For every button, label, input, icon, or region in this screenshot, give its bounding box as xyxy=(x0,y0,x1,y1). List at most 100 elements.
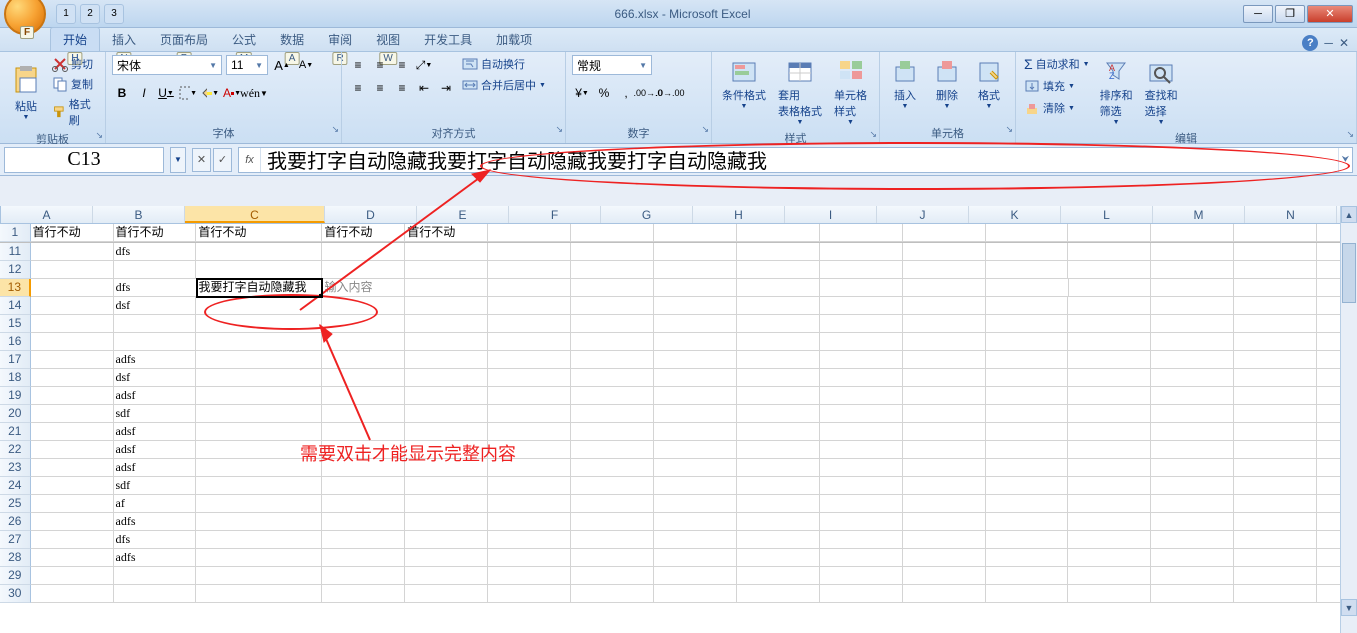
cell[interactable] xyxy=(196,297,322,315)
cell[interactable] xyxy=(986,513,1069,531)
cell[interactable] xyxy=(654,423,737,441)
cell[interactable] xyxy=(571,585,654,603)
percent-icon[interactable]: % xyxy=(594,83,614,103)
formula-expand-icon[interactable]: ⮟ xyxy=(1338,148,1352,172)
row-head-18[interactable]: 18 xyxy=(0,369,31,387)
cell[interactable] xyxy=(820,585,903,603)
row-head-20[interactable]: 20 xyxy=(0,405,31,423)
autosum-button[interactable]: Σ自动求和▼ xyxy=(1022,55,1092,73)
cell[interactable] xyxy=(1068,387,1151,405)
row-head-13[interactable]: 13 xyxy=(0,279,31,297)
cell[interactable] xyxy=(1234,405,1317,423)
cell[interactable] xyxy=(986,224,1069,242)
row-head-23[interactable]: 23 xyxy=(0,459,31,477)
cell[interactable] xyxy=(571,279,654,297)
font-name-combo[interactable]: 宋体▼ xyxy=(112,55,222,75)
align-top-icon[interactable]: ≡ xyxy=(348,55,368,75)
cell[interactable] xyxy=(31,243,114,261)
cell[interactable]: adfs xyxy=(114,513,197,531)
cell[interactable] xyxy=(654,243,737,261)
cell[interactable] xyxy=(654,279,737,297)
cell[interactable] xyxy=(571,405,654,423)
cell[interactable] xyxy=(1151,549,1234,567)
cell[interactable] xyxy=(1151,387,1234,405)
cell[interactable] xyxy=(31,279,114,297)
name-box[interactable]: C13 xyxy=(4,147,164,173)
cell[interactable] xyxy=(986,531,1069,549)
sort-filter-button[interactable]: AZ排序和 筛选▼ xyxy=(1096,55,1137,128)
cell[interactable] xyxy=(986,477,1069,495)
cell[interactable] xyxy=(31,405,114,423)
cell[interactable] xyxy=(322,459,405,477)
cell[interactable] xyxy=(322,477,405,495)
border-button[interactable]: ▼ xyxy=(178,83,198,103)
cell[interactable] xyxy=(405,369,488,387)
cell[interactable] xyxy=(31,567,114,585)
format-as-table-button[interactable]: 套用 表格格式▼ xyxy=(774,55,826,128)
scroll-thumb[interactable] xyxy=(1342,243,1356,303)
tab-addins[interactable]: 加载项 xyxy=(484,28,544,51)
cell[interactable] xyxy=(571,495,654,513)
font-size-combo[interactable]: 11▼ xyxy=(226,55,268,75)
cell[interactable] xyxy=(31,315,114,333)
formula-input[interactable] xyxy=(261,148,1338,172)
cell[interactable] xyxy=(196,459,322,477)
cell[interactable] xyxy=(820,333,903,351)
cell[interactable] xyxy=(1234,387,1317,405)
cell[interactable] xyxy=(654,351,737,369)
cell[interactable] xyxy=(31,351,114,369)
insert-cells-button[interactable]: 插入▼ xyxy=(886,55,924,123)
col-head-L[interactable]: L xyxy=(1061,206,1153,223)
cell[interactable] xyxy=(903,441,986,459)
cell[interactable] xyxy=(737,441,820,459)
underline-button[interactable]: U▼ xyxy=(156,83,176,103)
row-head-28[interactable]: 28 xyxy=(0,549,31,567)
cell[interactable] xyxy=(322,405,405,423)
cell[interactable] xyxy=(31,423,114,441)
cell[interactable] xyxy=(1068,297,1151,315)
cell[interactable] xyxy=(1234,297,1317,315)
col-head-M[interactable]: M xyxy=(1153,206,1245,223)
decrease-font-icon[interactable]: A▼ xyxy=(296,55,316,75)
cell[interactable] xyxy=(1234,477,1317,495)
row-head-1[interactable]: 1 xyxy=(0,224,31,242)
cell[interactable]: 首行不动 xyxy=(31,224,114,242)
cell[interactable] xyxy=(1068,369,1151,387)
row-head-24[interactable]: 24 xyxy=(0,477,31,495)
col-head-E[interactable]: E xyxy=(417,206,509,223)
cell[interactable]: sdf xyxy=(114,477,197,495)
cell[interactable] xyxy=(405,531,488,549)
cell[interactable] xyxy=(903,567,986,585)
tab-review[interactable]: 审阅R xyxy=(316,28,364,51)
cell[interactable] xyxy=(322,351,405,369)
cell[interactable] xyxy=(1068,549,1151,567)
cell[interactable] xyxy=(405,297,488,315)
cell[interactable] xyxy=(1151,459,1234,477)
cell[interactable] xyxy=(1068,333,1151,351)
cell[interactable] xyxy=(1234,459,1317,477)
cell[interactable] xyxy=(1234,261,1317,279)
cell[interactable] xyxy=(1151,315,1234,333)
cell[interactable] xyxy=(196,387,322,405)
cell[interactable] xyxy=(1234,243,1317,261)
cell[interactable] xyxy=(405,351,488,369)
cell[interactable] xyxy=(1151,585,1234,603)
cell[interactable] xyxy=(1151,351,1234,369)
cell[interactable] xyxy=(986,549,1069,567)
cell[interactable] xyxy=(820,279,903,297)
cell[interactable] xyxy=(737,585,820,603)
conditional-formatting-button[interactable]: 条件格式▼ xyxy=(718,55,770,128)
cell[interactable] xyxy=(654,405,737,423)
cell[interactable] xyxy=(196,495,322,513)
cell[interactable] xyxy=(488,333,571,351)
cell[interactable] xyxy=(903,333,986,351)
italic-button[interactable]: I xyxy=(134,83,154,103)
cell[interactable]: dfs xyxy=(114,531,197,549)
help-icon[interactable]: ? xyxy=(1302,35,1318,51)
col-head-D[interactable]: D xyxy=(325,206,417,223)
font-color-button[interactable]: A▼ xyxy=(222,83,242,103)
row-head-27[interactable]: 27 xyxy=(0,531,31,549)
cell[interactable] xyxy=(820,567,903,585)
cell[interactable] xyxy=(986,315,1069,333)
row-head-19[interactable]: 19 xyxy=(0,387,31,405)
